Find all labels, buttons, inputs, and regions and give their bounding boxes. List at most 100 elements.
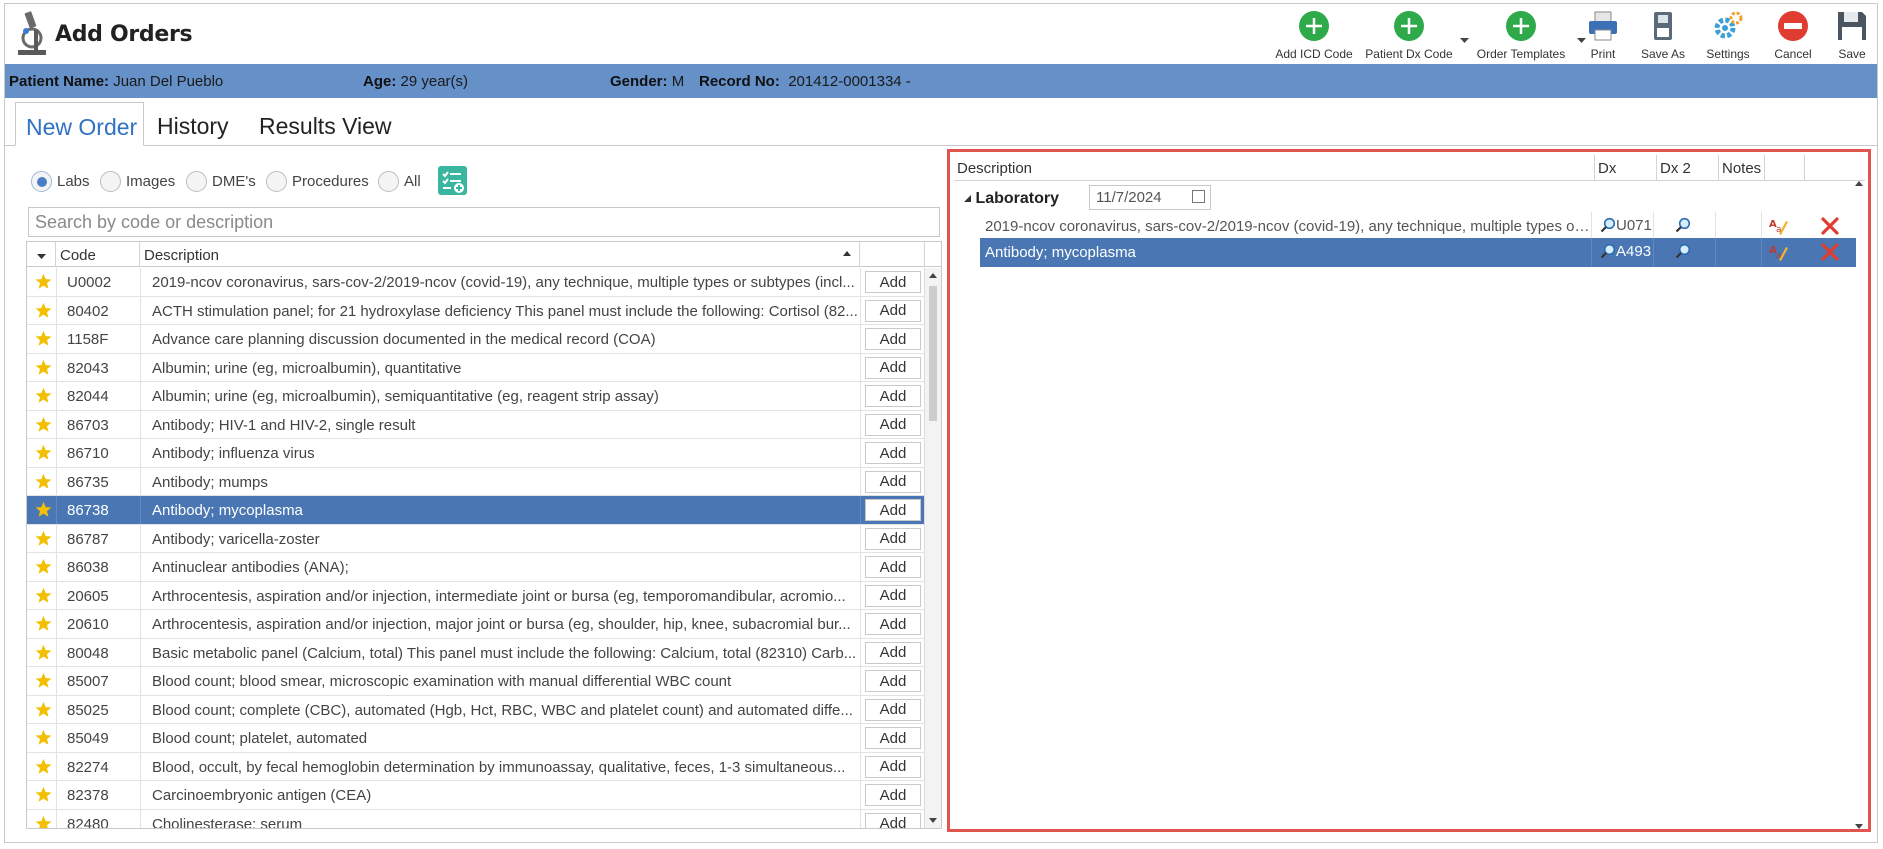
laboratory-date-picker[interactable]: 11/7/2024: [1089, 185, 1211, 210]
dx-code-field[interactable]: U071: [1600, 217, 1652, 234]
favorite-star-icon[interactable]: [35, 359, 52, 376]
order-item-row[interactable]: Antibody; mycoplasma A493 Aa: [980, 238, 1856, 267]
add-order-button[interactable]: Add: [865, 499, 921, 521]
favorite-star-icon[interactable]: [35, 615, 52, 632]
favorite-star-icon[interactable]: [35, 273, 52, 290]
table-row[interactable]: 86703 Antibody; HIV-1 and HIV-2, single r…: [27, 410, 925, 439]
magnifier-icon[interactable]: [1675, 217, 1691, 233]
add-order-button[interactable]: Add: [865, 470, 921, 493]
settings-button[interactable]: Settings: [1698, 7, 1758, 62]
favorite-star-icon[interactable]: [35, 444, 52, 461]
favorite-star-icon[interactable]: [35, 501, 52, 518]
add-order-button[interactable]: Add: [865, 328, 921, 350]
print-button[interactable]: Print: [1578, 7, 1628, 62]
favorite-star-icon[interactable]: [35, 701, 52, 718]
orders-dx2-header[interactable]: Dx 2: [1657, 155, 1719, 181]
notes-edit-icon[interactable]: Aa: [1768, 242, 1788, 262]
magnifier-icon[interactable]: [1600, 217, 1616, 233]
save-button[interactable]: Save: [1829, 7, 1875, 62]
remove-order-button[interactable]: [1820, 242, 1840, 266]
table-row[interactable]: 80048 Basic metabolic panel (Calcium, tot…: [27, 638, 925, 667]
orders-notes-header[interactable]: Notes: [1719, 155, 1765, 181]
add-order-button[interactable]: Add: [865, 413, 921, 436]
dx-code-field[interactable]: A493: [1600, 243, 1651, 260]
tab-results-view[interactable]: Results View: [249, 102, 402, 146]
grid-scrollbar[interactable]: [924, 268, 941, 828]
add-icd-code-button[interactable]: Add ICD Code: [1269, 7, 1359, 62]
filter-procedures-radio[interactable]: Procedures: [266, 171, 369, 193]
add-order-button[interactable]: Add: [865, 670, 921, 692]
table-row[interactable]: 82480 Cholinesterase; serum Add: [27, 809, 925, 830]
star-column-header[interactable]: [27, 242, 56, 267]
table-row[interactable]: 82043 Albumin; urine (eg, microalbumin), …: [27, 353, 925, 382]
table-row[interactable]: 86787 Antibody; varicella-zoster Add: [27, 524, 925, 553]
add-order-button[interactable]: Add: [865, 356, 921, 379]
order-templates-button[interactable]: Order Templates: [1466, 7, 1576, 62]
table-row[interactable]: 86735 Antibody; mumps Add: [27, 467, 925, 496]
filter-images-radio[interactable]: Images: [100, 171, 175, 193]
favorite-star-icon[interactable]: [35, 330, 52, 347]
table-row[interactable]: 85007 Blood count; blood smear, microscop…: [27, 667, 925, 696]
add-order-button[interactable]: Add: [865, 755, 921, 778]
table-row[interactable]: 86038 Antinuclear antibodies (ANA); Add: [27, 553, 925, 582]
checklist-add-button[interactable]: [438, 166, 467, 195]
patient-dx-code-button[interactable]: Patient Dx Code: [1359, 7, 1459, 62]
add-order-button[interactable]: Add: [865, 812, 921, 828]
favorite-star-icon[interactable]: [35, 672, 52, 689]
code-column-header[interactable]: Code: [56, 242, 140, 267]
add-order-button[interactable]: Add: [865, 442, 921, 464]
order-notes-button[interactable]: Aa: [1768, 242, 1788, 266]
favorite-star-icon[interactable]: [35, 302, 52, 319]
order-item-row[interactable]: 2019-ncov coronavirus, sars-cov-2/2019-n…: [980, 212, 1856, 241]
magnifier-icon[interactable]: [1600, 243, 1616, 259]
favorite-star-icon[interactable]: [35, 558, 52, 575]
add-order-button[interactable]: Add: [865, 641, 921, 664]
orders-dx-header[interactable]: Dx: [1595, 155, 1657, 181]
dx2-code-field[interactable]: [1675, 243, 1691, 260]
add-order-button[interactable]: Add: [865, 613, 921, 635]
table-row[interactable]: 80402 ACTH stimulation panel; for 21 hydr…: [27, 296, 925, 325]
table-row[interactable]: 20610 Arthrocentesis, aspiration and/or i…: [27, 610, 925, 639]
scroll-down-icon[interactable]: [929, 818, 937, 823]
table-row[interactable]: 82378 Carcinoembryonic antigen (CEA) Add: [27, 781, 925, 810]
delete-x-icon[interactable]: [1820, 216, 1840, 236]
add-order-button[interactable]: Add: [865, 271, 921, 293]
favorite-star-icon[interactable]: [35, 729, 52, 746]
favorite-star-icon[interactable]: [35, 387, 52, 404]
table-row[interactable]: 86710 Antibody; influenza virus Add: [27, 439, 925, 468]
favorite-star-icon[interactable]: [35, 587, 52, 604]
save-as-button[interactable]: Save As: [1633, 7, 1693, 62]
table-row[interactable]: 86738 Antibody; mycoplasma Add: [27, 496, 925, 525]
add-order-button[interactable]: Add: [865, 299, 921, 322]
table-row[interactable]: 82044 Albumin; urine (eg, microalbumin), …: [27, 382, 925, 411]
table-row[interactable]: 20605 Arthrocentesis, aspiration and/or i…: [27, 581, 925, 610]
dx2-code-field[interactable]: [1675, 217, 1691, 234]
orders-description-header[interactable]: Description: [954, 155, 1595, 181]
filter-labs-radio[interactable]: Labs: [31, 171, 90, 193]
table-row[interactable]: U0002 2019-ncov coronavirus, sars-cov-2/2…: [27, 268, 925, 297]
favorite-star-icon[interactable]: [35, 530, 52, 547]
magnifier-icon[interactable]: [1675, 243, 1691, 259]
favorite-star-icon[interactable]: [35, 815, 52, 830]
laboratory-group-header[interactable]: Laboratory: [964, 190, 1059, 208]
collapse-triangle-icon[interactable]: [964, 195, 971, 202]
orders-scrollbar[interactable]: [1853, 181, 1866, 829]
tab-new-order[interactable]: New Order: [15, 102, 144, 146]
table-row[interactable]: 85025 Blood count; complete (CBC), automa…: [27, 695, 925, 724]
add-order-button[interactable]: Add: [865, 784, 921, 806]
table-row[interactable]: 85049 Blood count; platelet, automated Add: [27, 724, 925, 753]
add-order-button[interactable]: Add: [865, 727, 921, 749]
notes-edit-icon[interactable]: Aa: [1768, 216, 1788, 236]
delete-x-icon[interactable]: [1820, 242, 1840, 262]
add-order-button[interactable]: Add: [865, 584, 921, 607]
scroll-up-icon[interactable]: [929, 273, 937, 278]
filter-dmes-radio[interactable]: DME's: [186, 171, 256, 193]
order-notes-button[interactable]: Aa: [1768, 216, 1788, 240]
cancel-button[interactable]: Cancel: [1763, 7, 1823, 62]
favorite-star-icon[interactable]: [35, 786, 52, 803]
favorite-star-icon[interactable]: [35, 416, 52, 433]
favorite-star-icon[interactable]: [35, 758, 52, 775]
search-input[interactable]: [28, 207, 940, 237]
add-order-button[interactable]: Add: [865, 698, 921, 721]
table-row[interactable]: 82274 Blood, occult, by fecal hemoglobin …: [27, 752, 925, 781]
